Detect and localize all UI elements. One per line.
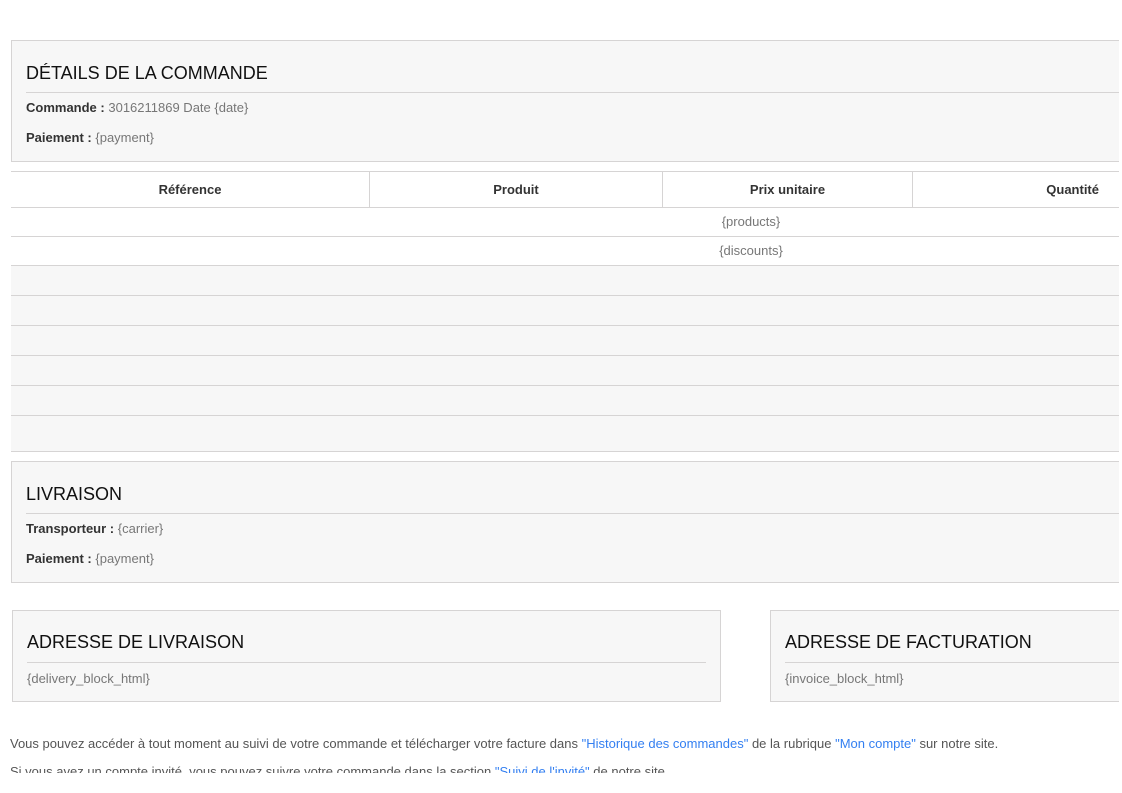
footer-text-line-1: Vous pouvez accéder à tout moment au sui…: [10, 736, 998, 751]
carrier-label: Transporteur :: [26, 521, 115, 536]
shipping-payment-line: Paiement : {payment}: [26, 551, 154, 566]
column-header-quantity: Quantité: [1046, 182, 1099, 197]
order-payment-label: Paiement :: [26, 130, 92, 145]
invoice-address-title: ADRESSE DE FACTURATION: [785, 632, 1032, 652]
order-history-link[interactable]: "Historique des commandes": [582, 736, 749, 751]
table-row: [11, 386, 1119, 416]
order-details-title: DÉTAILS DE LA COMMANDE: [26, 63, 268, 83]
footer-text-end: sur notre site.: [915, 736, 999, 751]
shipping-payment-value: {payment}: [95, 551, 154, 566]
table-header: Référence Produit Prix unitaire Quantité: [11, 171, 1119, 208]
carrier-line: Transporteur : {carrier}: [26, 521, 163, 536]
order-details-panel: DÉTAILS DE LA COMMANDE Commande : 301621…: [11, 40, 1119, 162]
invoice-address-panel: ADRESSE DE FACTURATION {invoice_block_ht…: [770, 610, 1119, 702]
column-header-unit-price: Prix unitaire: [663, 172, 913, 207]
footer-text-2-start: Si vous avez un compte invité, vous pouv…: [10, 764, 495, 773]
table-row: {discounts}: [11, 237, 1119, 266]
table-row: {products}: [11, 208, 1119, 237]
column-header-reference: Référence: [11, 172, 370, 207]
footer-text-start: Vous pouvez accéder à tout moment au sui…: [10, 736, 582, 751]
guest-tracking-link[interactable]: "Suivi de l'invité": [495, 764, 590, 773]
table-row: [11, 356, 1119, 386]
order-number-line: Commande : 3016211869 Date {date}: [26, 100, 248, 115]
order-payment-line: Paiement : {payment}: [26, 130, 154, 145]
shipping-payment-label: Paiement :: [26, 551, 92, 566]
shipping-panel: LIVRAISON Transporteur : {carrier} Paiem…: [11, 461, 1119, 583]
order-number-label: Commande :: [26, 100, 105, 115]
table-row: [11, 416, 1119, 452]
footer-text-2-end: de notre site.: [589, 764, 669, 773]
order-details-divider: [26, 92, 1119, 93]
footer-text-line-2: Si vous avez un compte invité, vous pouv…: [10, 764, 668, 773]
table-row: [11, 266, 1119, 296]
delivery-address-panel: ADRESSE DE LIVRAISON {delivery_block_htm…: [12, 610, 721, 702]
shipping-title: LIVRAISON: [26, 484, 123, 504]
table-row: [11, 296, 1119, 326]
order-payment-value: {payment}: [95, 130, 154, 145]
carrier-value: {carrier}: [117, 521, 164, 536]
order-number-value: 3016211869 Date {date}: [108, 100, 249, 115]
products-table: Référence Produit Prix unitaire Quantité…: [11, 171, 1119, 452]
products-placeholder: {products}: [721, 214, 781, 229]
shipping-divider: [26, 513, 1119, 514]
footer-text-mid: de la rubrique: [748, 736, 836, 751]
my-account-link[interactable]: "Mon compte": [835, 736, 916, 751]
column-header-product: Produit: [370, 172, 663, 207]
invoice-address-divider: [785, 662, 1119, 663]
table-row: [11, 326, 1119, 356]
discounts-placeholder: {discounts}: [719, 243, 783, 258]
delivery-address-divider: [27, 662, 706, 663]
invoice-address-value: {invoice_block_html}: [785, 671, 904, 686]
delivery-address-title: ADRESSE DE LIVRAISON: [27, 632, 245, 652]
delivery-address-value: {delivery_block_html}: [27, 671, 150, 686]
